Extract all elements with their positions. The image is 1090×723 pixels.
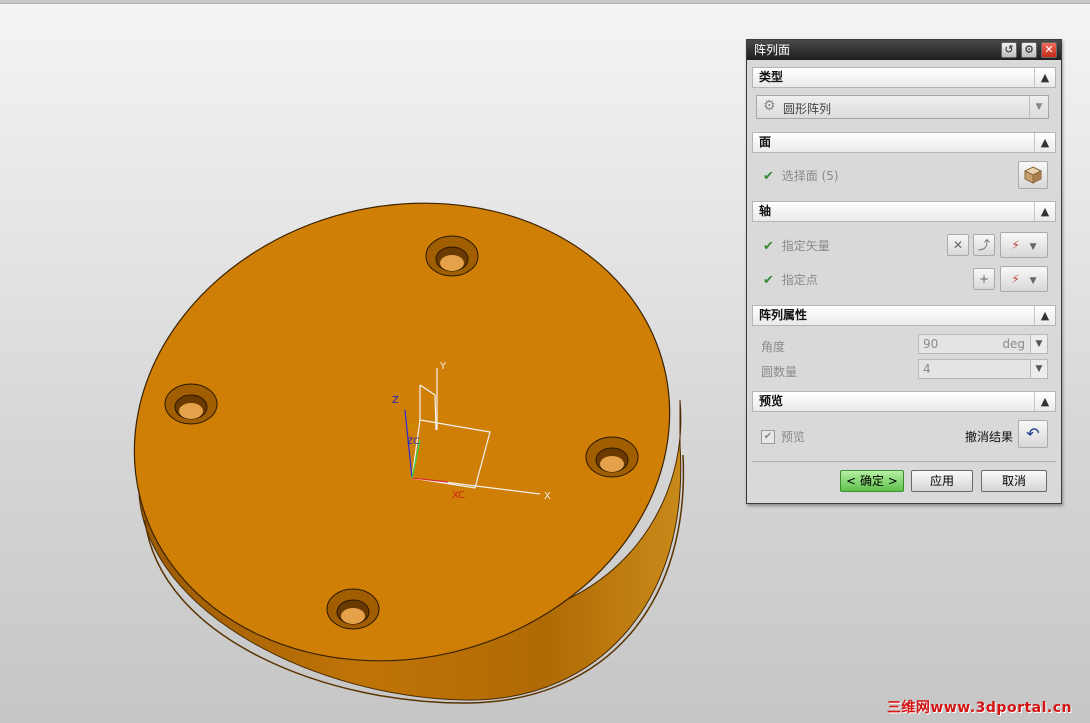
axis-label-x: X	[544, 491, 551, 502]
angle-input[interactable]: 90 deg ▼	[918, 334, 1048, 354]
reset-icon[interactable]: ↺	[1001, 42, 1017, 58]
specify-vector-label: 指定矢量	[781, 239, 830, 253]
cancel-button[interactable]: 取消	[981, 470, 1047, 492]
settings-gear-icon[interactable]: ⚙	[1021, 42, 1037, 58]
close-icon[interactable]: ✕	[1041, 42, 1057, 58]
spinner-down-icon[interactable]: ▼	[1030, 360, 1047, 378]
chevron-down-icon[interactable]: ▼	[1030, 276, 1037, 286]
collapse-icon[interactable]: ▲	[1034, 68, 1055, 87]
checkmark-icon: ✔	[763, 169, 774, 184]
hole-bottom	[326, 588, 380, 630]
type-dropdown[interactable]: ⚙ 圆形阵列 ▼	[756, 95, 1049, 119]
count-input[interactable]: 4 ▼	[918, 359, 1048, 379]
section-title-type: 类型	[759, 70, 784, 84]
hole-top	[425, 235, 479, 277]
axis-label-yc: YC	[406, 423, 418, 433]
dialog-titlebar[interactable]: 阵列面 ↺ ⚙ ✕	[747, 40, 1061, 60]
section-title-preview: 预览	[759, 394, 784, 408]
collapse-icon[interactable]: ▲	[1034, 306, 1055, 325]
type-dropdown-value: 圆形阵列	[783, 102, 832, 116]
section-header-face[interactable]: 面 ▲	[752, 132, 1056, 153]
section-title-face: 面	[759, 135, 772, 149]
axis-label-zc: ZC	[407, 437, 419, 447]
specify-point-label: 指定点	[781, 273, 818, 287]
section-header-type[interactable]: 类型 ▲	[752, 67, 1056, 88]
watermark: 三维网www.3dportal.cn	[886, 700, 1072, 716]
angle-value: 90	[923, 337, 939, 351]
hole-right	[585, 436, 639, 478]
collapse-icon[interactable]: ▲	[1034, 392, 1055, 411]
gear-icon: ⚙	[763, 98, 776, 114]
preview-checkbox-row[interactable]: ✔ 预览	[761, 428, 805, 445]
vector-inferred-dropdown[interactable]: ⚡ ▼	[1000, 232, 1048, 258]
section-title-pattern: 阵列属性	[759, 308, 808, 322]
preview-checkbox-label: 预览	[780, 430, 805, 444]
count-label: 圆数量	[761, 365, 798, 379]
ok-button[interactable]: < 确定 >	[840, 470, 904, 492]
hole-left	[164, 383, 218, 425]
section-title-axis: 轴	[759, 204, 772, 218]
vector-arrow-icon: ⚡	[1011, 238, 1020, 252]
collapse-icon[interactable]: ▲	[1034, 202, 1055, 221]
chevron-down-icon[interactable]: ▼	[1029, 96, 1048, 118]
point-dialog-icon[interactable]: +	[973, 268, 995, 290]
vector-dialog-icon[interactable]: ⤴	[973, 234, 995, 256]
specify-vector-row[interactable]: ✔ 指定矢量	[763, 237, 830, 254]
select-face-label: 选择面 (5)	[781, 169, 839, 183]
pattern-face-dialog: 阵列面 ↺ ⚙ ✕ 类型 ▲ ⚙ 圆形阵列 ▼ 面 ▲ ✔ 选择面 (5) 轴 …	[746, 39, 1062, 504]
section-header-pattern-properties[interactable]: 阵列属性 ▲	[752, 305, 1056, 326]
count-value: 4	[923, 362, 931, 376]
spinner-down-icon[interactable]: ▼	[1030, 335, 1047, 353]
point-inferred-icon: ⚡	[1011, 272, 1020, 286]
preview-checkbox[interactable]: ✔	[761, 429, 775, 444]
apply-button[interactable]: 应用	[911, 470, 973, 492]
angle-unit: deg	[1002, 337, 1025, 351]
section-header-axis[interactable]: 轴 ▲	[752, 201, 1056, 222]
undo-result-label: 撤消结果	[965, 430, 1014, 444]
axis-label-z: Z	[392, 395, 399, 406]
axis-label-xc: XC	[452, 490, 465, 501]
axis-label-y: Y	[439, 361, 447, 372]
checkmark-icon: ✔	[763, 273, 774, 288]
collapse-icon[interactable]: ▲	[1034, 133, 1055, 152]
specify-point-row[interactable]: ✔ 指定点	[763, 271, 818, 288]
footer-divider	[752, 461, 1056, 462]
angle-label: 角度	[761, 340, 786, 354]
select-face-cube-icon[interactable]	[1018, 161, 1048, 189]
checkmark-icon: ✔	[763, 239, 774, 254]
section-header-preview[interactable]: 预览 ▲	[752, 391, 1056, 412]
dialog-title: 阵列面	[754, 43, 791, 57]
select-face-row[interactable]: ✔ 选择面 (5)	[763, 167, 839, 184]
point-inferred-dropdown[interactable]: ⚡ ▼	[1000, 266, 1048, 292]
reverse-direction-icon[interactable]: ✕	[947, 234, 969, 256]
chevron-down-icon[interactable]: ▼	[1030, 242, 1037, 252]
undo-result-icon[interactable]: ↶	[1018, 420, 1048, 448]
